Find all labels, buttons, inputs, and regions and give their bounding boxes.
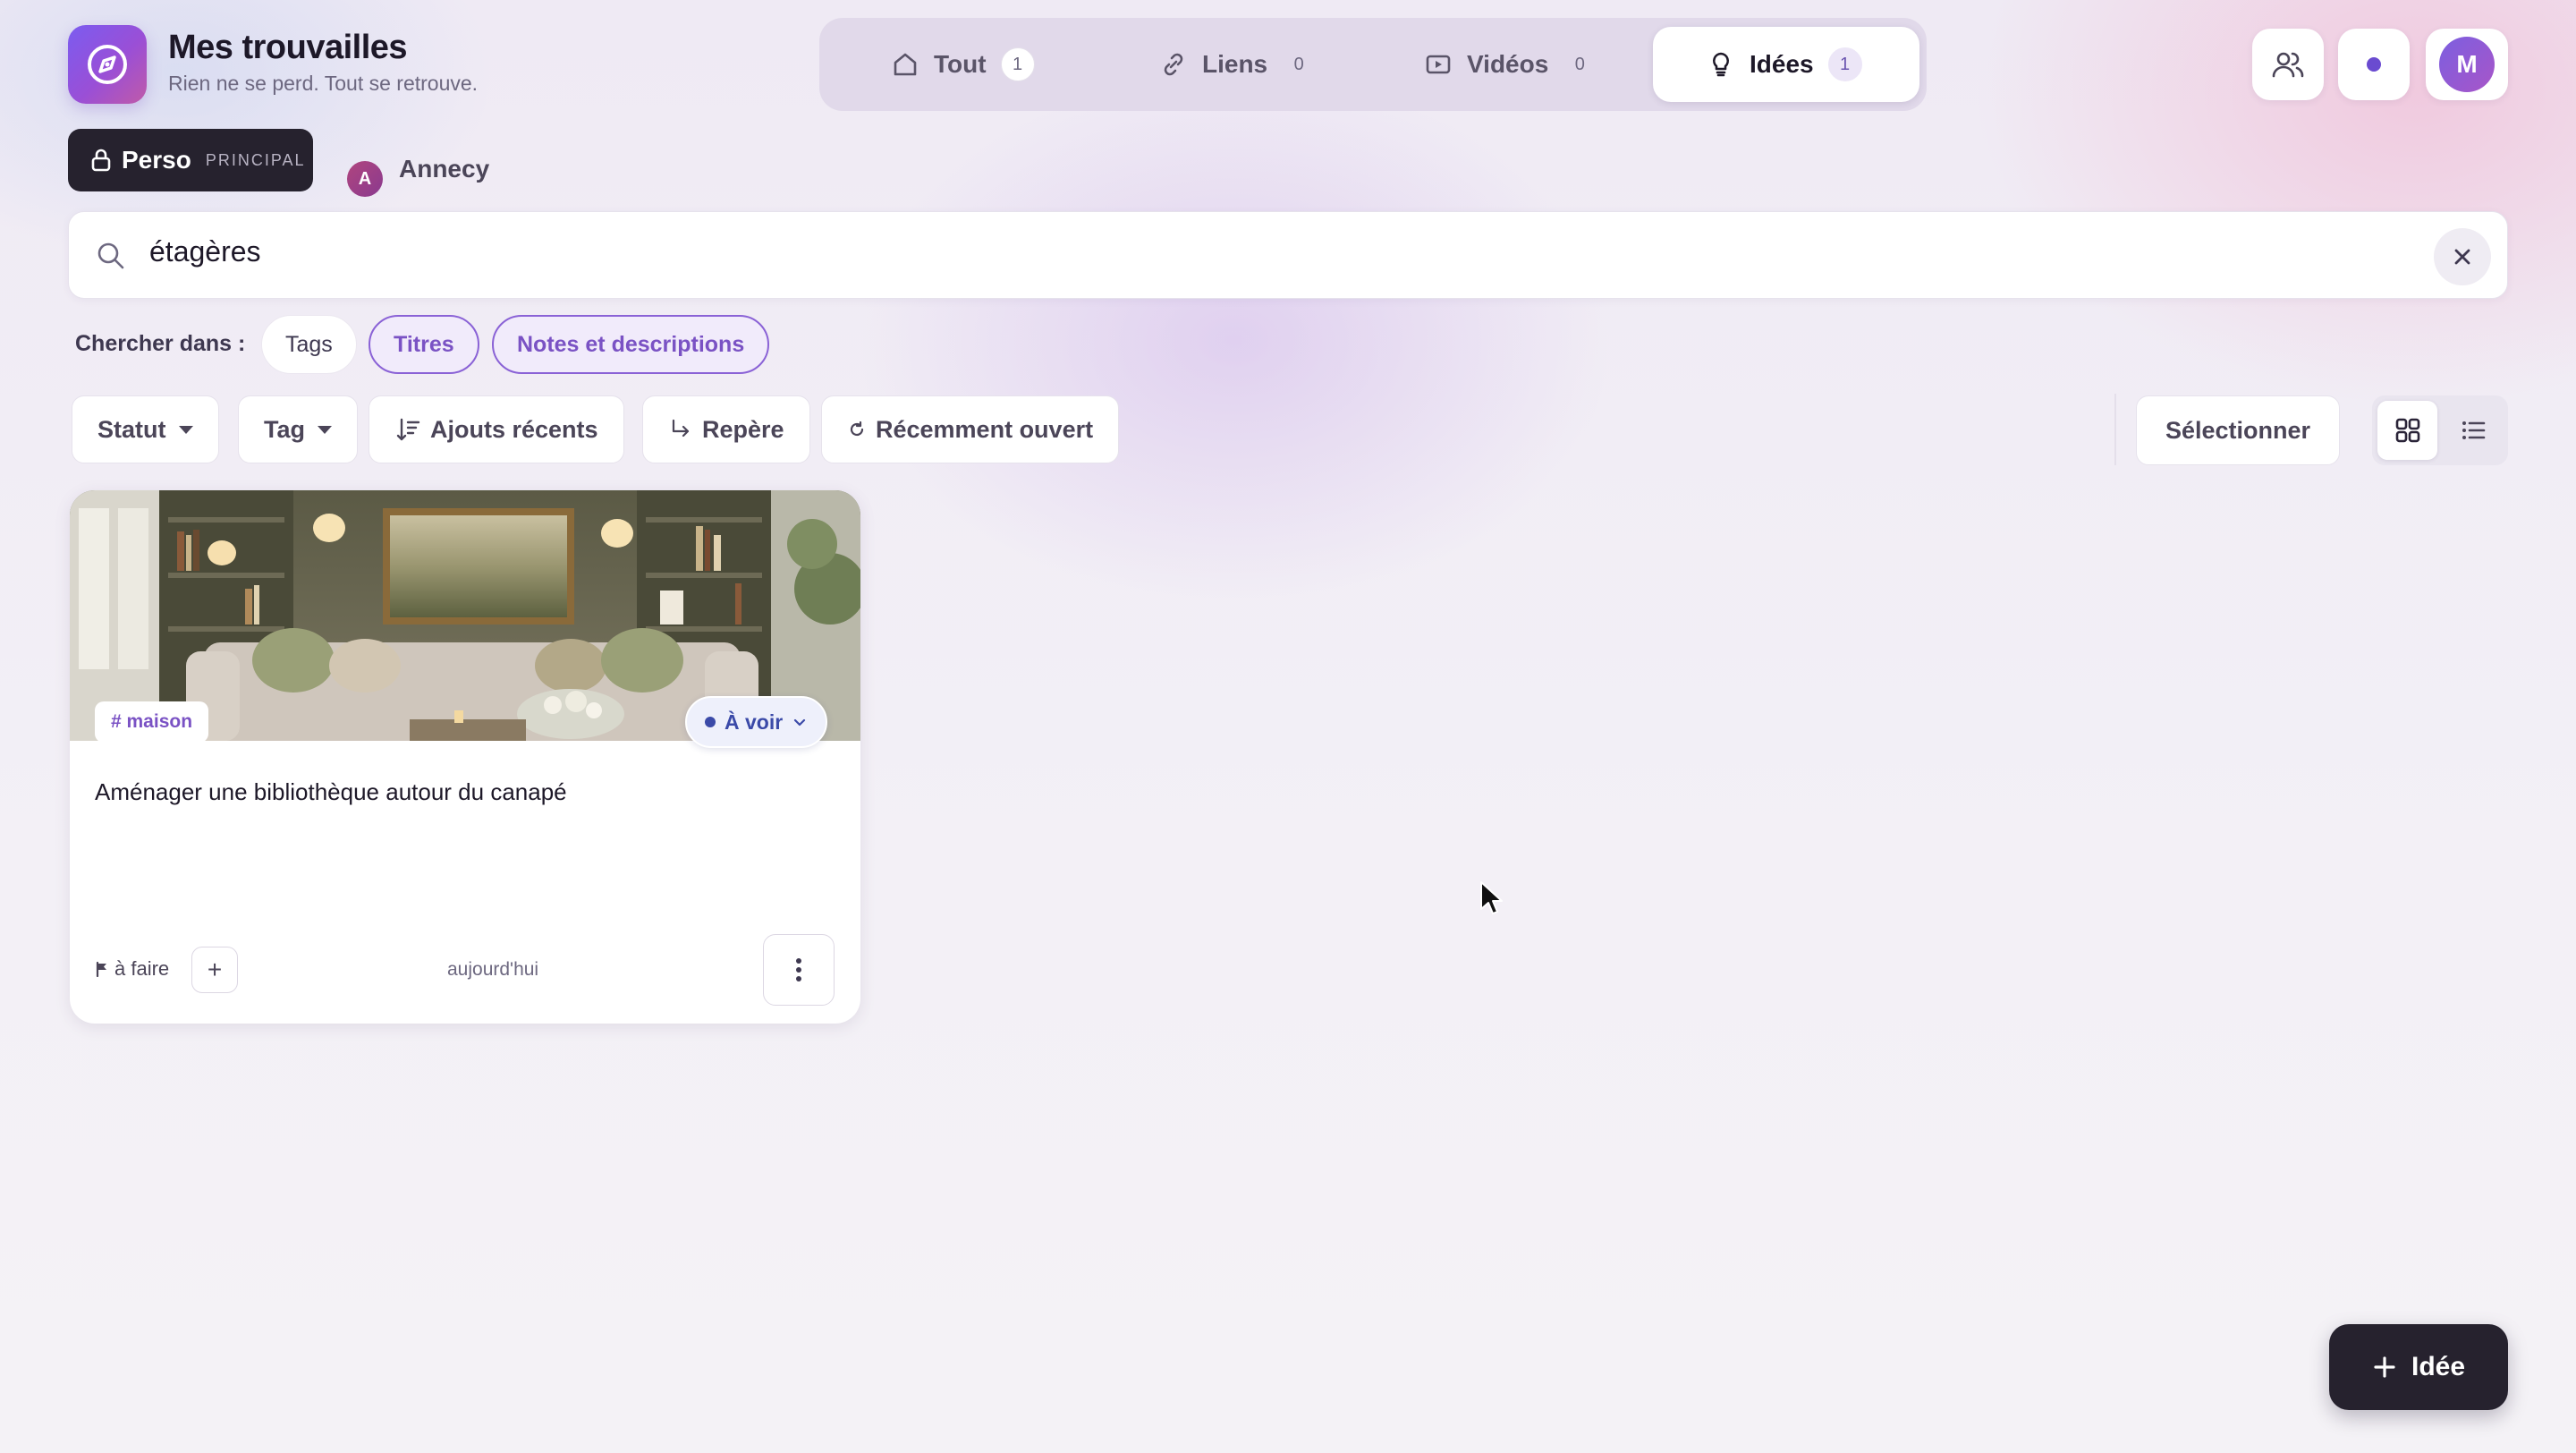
lock-icon [91, 149, 111, 172]
search-in-titles[interactable]: Titres [369, 315, 479, 374]
filter-label: Tag [264, 415, 305, 443]
tab-label: Vidéos [1467, 50, 1549, 78]
tab-count: 1 [1827, 47, 1862, 81]
workspace-avatar: A [347, 161, 383, 197]
vertical-dots-icon [796, 958, 801, 981]
status-dropdown[interactable]: À voir [685, 696, 828, 748]
filter-label: Statut [97, 415, 166, 443]
search-icon [97, 242, 124, 269]
plus-icon [2374, 1356, 2395, 1378]
fab-label: Idée [2411, 1352, 2466, 1381]
view-toggle [2372, 395, 2508, 465]
app-logo[interactable] [68, 25, 147, 104]
search-in-tags[interactable]: Tags [261, 315, 357, 374]
todo-text: à faire [114, 957, 170, 980]
search-bar[interactable]: étagères [68, 211, 2508, 299]
tab-videos[interactable]: Vidéos 0 [1392, 27, 1624, 102]
list-icon [2462, 421, 2485, 439]
close-icon [2454, 249, 2470, 265]
search-in-notes[interactable]: Notes et descriptions [492, 315, 770, 374]
tab-label: Tout [934, 50, 987, 78]
video-icon [1426, 55, 1451, 74]
lightbulb-icon [1713, 52, 1729, 77]
card-date: aujourd'hui [447, 959, 539, 980]
clear-search-button[interactable] [2434, 228, 2491, 285]
filter-label: Récemment ouvert [876, 415, 1094, 443]
link-icon [1164, 53, 1183, 76]
tab-count: 0 [1293, 54, 1304, 74]
workspace-name: Annecy [399, 155, 490, 183]
filter-label: Repère [702, 415, 784, 443]
tab-tout[interactable]: Tout 1 [859, 27, 1070, 102]
workspace-perso[interactable]: Perso PRINCIPAL [68, 129, 313, 191]
workspace-name: Perso [122, 146, 191, 174]
more-options-button[interactable] [763, 934, 835, 1006]
grid-icon [2395, 418, 2419, 443]
workspace-badge: PRINCIPAL [205, 150, 306, 169]
new-idea-button[interactable]: Idée [2329, 1324, 2508, 1410]
todo-label: à faire [95, 957, 169, 981]
add-label-button[interactable]: + [191, 947, 238, 993]
search-input[interactable]: étagères [149, 235, 261, 268]
caret-down-icon [178, 425, 193, 434]
profile-button[interactable]: M [2426, 29, 2508, 100]
search-in-label: Chercher dans : [75, 331, 246, 356]
tag-filter[interactable]: Tag [238, 395, 358, 463]
sort-filter[interactable]: Ajouts récents [369, 395, 624, 463]
recent-filter[interactable]: Récemment ouvert [821, 395, 1120, 463]
app-subtitle: Rien ne se perd. Tout se retrouve. [168, 72, 479, 95]
compass-icon [88, 45, 127, 84]
theme-toggle-button[interactable] [2338, 29, 2410, 100]
dot-icon [2367, 57, 2381, 72]
return-arrow-icon [672, 419, 690, 438]
users-icon [2272, 52, 2304, 78]
status-label: À voir [724, 710, 784, 734]
chevron-down-icon [794, 718, 806, 726]
status-dot-icon [705, 717, 716, 727]
filter-label: Ajouts récents [430, 415, 598, 443]
status-filter[interactable]: Statut [72, 395, 219, 463]
workspace-annecy[interactable]: A Annecy [347, 141, 489, 197]
idea-card[interactable]: # maison À voir Aménager une bibliothèqu… [70, 490, 860, 1024]
toolbar-divider [2114, 394, 2116, 465]
share-users-button[interactable] [2252, 29, 2324, 100]
flag-icon [96, 961, 106, 977]
refresh-icon [850, 421, 864, 437]
caret-down-icon [318, 425, 332, 434]
tab-label: Idées [1750, 50, 1814, 78]
tab-liens[interactable]: Liens 0 [1123, 27, 1338, 102]
grid-view-button[interactable] [2377, 401, 2437, 460]
home-icon [894, 53, 917, 76]
card-tag[interactable]: # maison [95, 701, 209, 743]
tab-count: 0 [1574, 54, 1585, 74]
sort-icon [396, 418, 420, 441]
mouse-cursor-icon [1480, 881, 1503, 914]
card-title: Aménager une bibliothèque autour du cana… [95, 778, 567, 805]
tab-idees[interactable]: Idées 1 [1653, 27, 1919, 102]
avatar: M [2439, 37, 2495, 92]
tab-label: Liens [1202, 50, 1268, 78]
bookmark-filter[interactable]: Repère [642, 395, 810, 463]
select-button[interactable]: Sélectionner [2136, 395, 2340, 465]
list-view-button[interactable] [2443, 401, 2503, 460]
tab-count: 1 [1000, 47, 1035, 81]
app-title: Mes trouvailles [168, 29, 408, 66]
